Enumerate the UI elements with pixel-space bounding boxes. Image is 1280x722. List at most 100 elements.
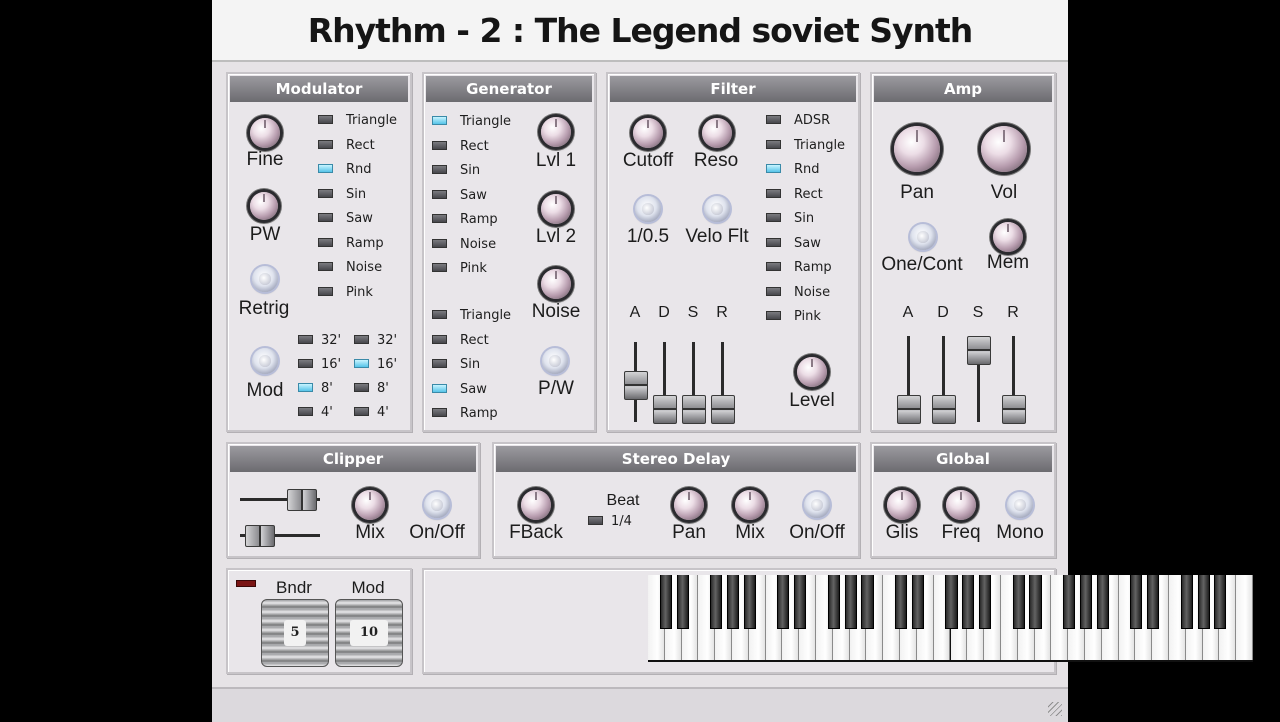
- filter-mode-option[interactable]: Pink: [766, 310, 821, 324]
- black-key[interactable]: [726, 575, 740, 629]
- lvl2-knob[interactable]: [541, 194, 571, 224]
- black-key[interactable]: [1079, 575, 1092, 629]
- osc2-wave-option[interactable]: Saw: [432, 382, 487, 397]
- beat-selector[interactable]: 1/4: [588, 515, 632, 529]
- black-key[interactable]: [962, 575, 975, 629]
- black-key[interactable]: [1180, 575, 1193, 629]
- mod-wave-option[interactable]: Sin: [318, 187, 366, 202]
- filter-s-slider[interactable]: [682, 395, 706, 424]
- mod-wave-option[interactable]: Ramp: [318, 236, 384, 251]
- mod-footage-left-option[interactable]: 8': [298, 382, 333, 396]
- osc1-wave-option[interactable]: Triangle: [432, 115, 511, 129]
- filter-d-slider[interactable]: [653, 395, 677, 424]
- clipper-slider[interactable]: [245, 525, 276, 547]
- amp-r-slider[interactable]: [1002, 395, 1026, 424]
- osc1-wave-option[interactable]: Saw: [432, 188, 487, 203]
- black-key[interactable]: [1029, 575, 1042, 629]
- osc1-wave-option[interactable]: Noise: [432, 237, 496, 252]
- black-key[interactable]: [945, 575, 958, 629]
- mod-footage-left-option[interactable]: 32': [298, 334, 341, 348]
- osc1-wave-option[interactable]: Rect: [432, 139, 489, 154]
- amp-a-slider[interactable]: [897, 395, 921, 424]
- filter-mode-option[interactable]: Ramp: [766, 261, 832, 275]
- pw-toggle[interactable]: [542, 348, 568, 374]
- filter-mode-option[interactable]: Noise: [766, 285, 830, 300]
- amp-d-slider[interactable]: [932, 395, 956, 424]
- pan-knob[interactable]: [894, 126, 940, 172]
- black-key[interactable]: [1063, 575, 1076, 629]
- black-key[interactable]: [777, 575, 790, 629]
- fback-knob[interactable]: [521, 490, 551, 520]
- black-key[interactable]: [895, 575, 908, 629]
- osc1-wave-option[interactable]: Ramp: [432, 213, 498, 227]
- mod-wave-option[interactable]: Saw: [318, 212, 373, 226]
- clipper-mix-knob[interactable]: [355, 490, 385, 520]
- clipper-slider[interactable]: [286, 489, 317, 511]
- filter-mode-option[interactable]: Rect: [766, 187, 823, 202]
- cutoff-knob[interactable]: [633, 118, 663, 148]
- mod-wave-option[interactable]: Pink: [318, 285, 373, 300]
- delay-mix-knob[interactable]: [735, 490, 765, 520]
- black-key[interactable]: [844, 575, 857, 629]
- black-key[interactable]: [743, 575, 756, 629]
- mod-footage-right-option[interactable]: 16': [354, 358, 397, 372]
- resize-grip-icon[interactable]: [1048, 702, 1062, 716]
- osc1-wave-option[interactable]: Sin: [432, 164, 480, 178]
- mod-wheel[interactable]: 10: [335, 599, 403, 667]
- black-key[interactable]: [1147, 575, 1160, 629]
- filter-mode-option[interactable]: Triangle: [766, 138, 845, 153]
- one-cont-toggle[interactable]: [910, 224, 936, 250]
- mod-footage-right-option[interactable]: 4': [354, 406, 389, 420]
- lvl1-knob[interactable]: [541, 117, 571, 147]
- mod-wave-option[interactable]: Rnd: [318, 163, 372, 177]
- filter-a-slider[interactable]: [624, 371, 648, 401]
- black-key[interactable]: [861, 575, 874, 629]
- black-key[interactable]: [794, 575, 807, 629]
- black-key[interactable]: [659, 575, 672, 629]
- osc2-wave-option[interactable]: Ramp: [432, 407, 498, 421]
- reso-knob[interactable]: [702, 118, 732, 148]
- white-key[interactable]: [1236, 575, 1253, 660]
- osc2-wave-option[interactable]: Triangle: [432, 309, 511, 323]
- black-key[interactable]: [1214, 575, 1227, 629]
- fine-knob[interactable]: [250, 118, 280, 148]
- mod-footage-left-option[interactable]: 16': [298, 358, 341, 372]
- level-knob[interactable]: [797, 357, 827, 387]
- pw-knob[interactable]: [250, 192, 278, 220]
- black-key[interactable]: [827, 575, 840, 629]
- osc2-wave-option[interactable]: Sin: [432, 358, 480, 372]
- filter-mode-option[interactable]: ADSR: [766, 114, 830, 128]
- ratio-toggle[interactable]: [635, 196, 661, 222]
- mod-wave-option[interactable]: Noise: [318, 261, 382, 275]
- mod-footage-right-option[interactable]: 8': [354, 382, 389, 396]
- mono-toggle[interactable]: [1007, 492, 1033, 518]
- black-key[interactable]: [1096, 575, 1109, 629]
- osc2-wave-option[interactable]: Rect: [432, 333, 489, 348]
- freq-knob[interactable]: [946, 490, 976, 520]
- retrig-toggle[interactable]: [252, 266, 278, 292]
- delay-pan-knob[interactable]: [674, 490, 704, 520]
- mod-wave-option[interactable]: Rect: [318, 138, 375, 153]
- black-key[interactable]: [1012, 575, 1025, 629]
- delay-on-off-toggle[interactable]: [804, 492, 830, 518]
- black-key[interactable]: [710, 575, 723, 629]
- glis-knob[interactable]: [887, 490, 917, 520]
- black-key[interactable]: [676, 575, 689, 629]
- mod-wave-option[interactable]: Triangle: [318, 114, 397, 128]
- black-key[interactable]: [1130, 575, 1143, 629]
- clipper-on-off-toggle[interactable]: [424, 492, 450, 518]
- vol-knob[interactable]: [981, 126, 1027, 172]
- filter-mode-option[interactable]: Sin: [766, 212, 814, 226]
- mod-toggle[interactable]: [252, 348, 278, 374]
- mem-knob[interactable]: [993, 222, 1023, 252]
- piano-keyboard[interactable]: [648, 575, 1253, 662]
- black-key[interactable]: [911, 575, 924, 629]
- amp-s-slider[interactable]: [967, 336, 991, 365]
- velo-flt-toggle[interactable]: [704, 196, 730, 222]
- mod-footage-left-option[interactable]: 4': [298, 406, 333, 420]
- filter-r-slider[interactable]: [711, 395, 735, 424]
- filter-mode-option[interactable]: Rnd: [766, 163, 820, 177]
- black-key[interactable]: [1197, 575, 1210, 629]
- black-key[interactable]: [979, 575, 992, 629]
- pitch-bend-wheel[interactable]: 5: [261, 599, 329, 667]
